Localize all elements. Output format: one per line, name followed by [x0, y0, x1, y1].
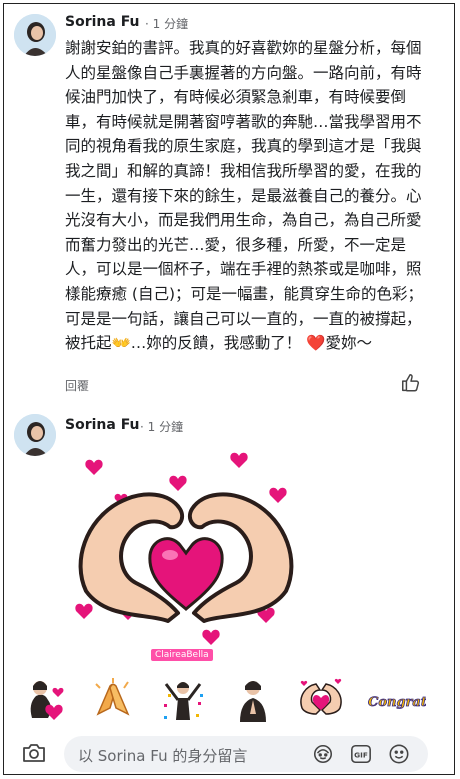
congrats-sticker[interactable]: Congrats! [366, 674, 441, 724]
celebration-sticker[interactable] [158, 674, 208, 724]
svg-text:GIF: GIF [354, 751, 368, 760]
emoji-icon[interactable] [388, 743, 410, 765]
heart-hands-sticker[interactable] [296, 674, 346, 724]
prayer-sticker[interactable] [228, 674, 278, 724]
avatar-sticker-icon[interactable] [312, 743, 334, 765]
comment-timestamp[interactable]: · 1 分鐘 [145, 15, 188, 32]
comment-body: 謝謝安鉑的書評。我真的好喜歡妳的星盤分析，每個人的星盤像自己手裏握著的方向盤。一… [65, 39, 424, 353]
heart-hug-sticker[interactable] [18, 674, 68, 724]
clapping-hands-sticker[interactable] [88, 674, 138, 724]
like-icon[interactable] [400, 372, 422, 394]
avatar[interactable] [14, 414, 56, 456]
comment-author[interactable]: Sorina Fu [65, 14, 140, 30]
comment-author[interactable]: Sorina Fu [65, 417, 140, 433]
comment-timestamp[interactable]: · 1 分鐘 [140, 418, 183, 435]
comment-thread: Sorina Fu · 1 分鐘 謝謝安鉑的書評。我真的好喜歡妳的星盤分析，每個… [3, 3, 455, 775]
sticker-tray: Congrats! [4, 666, 454, 730]
congrats-sticker-text: Congrats! [368, 695, 426, 710]
comment-input[interactable]: 以 Sorina Fu 的身分留言 GIF [64, 736, 428, 772]
avatar[interactable] [14, 14, 56, 56]
camera-icon[interactable] [22, 742, 46, 764]
comment-composer: 以 Sorina Fu 的身分留言 GIF [4, 730, 454, 774]
heart-hands-sticker[interactable] [66, 451, 306, 666]
gif-icon[interactable]: GIF [350, 743, 372, 765]
comment-input-placeholder: 以 Sorina Fu 的身分留言 [78, 747, 248, 765]
sticker-watermark: ClaireaBella [151, 649, 213, 661]
reply-button[interactable]: 回覆 [65, 377, 89, 394]
